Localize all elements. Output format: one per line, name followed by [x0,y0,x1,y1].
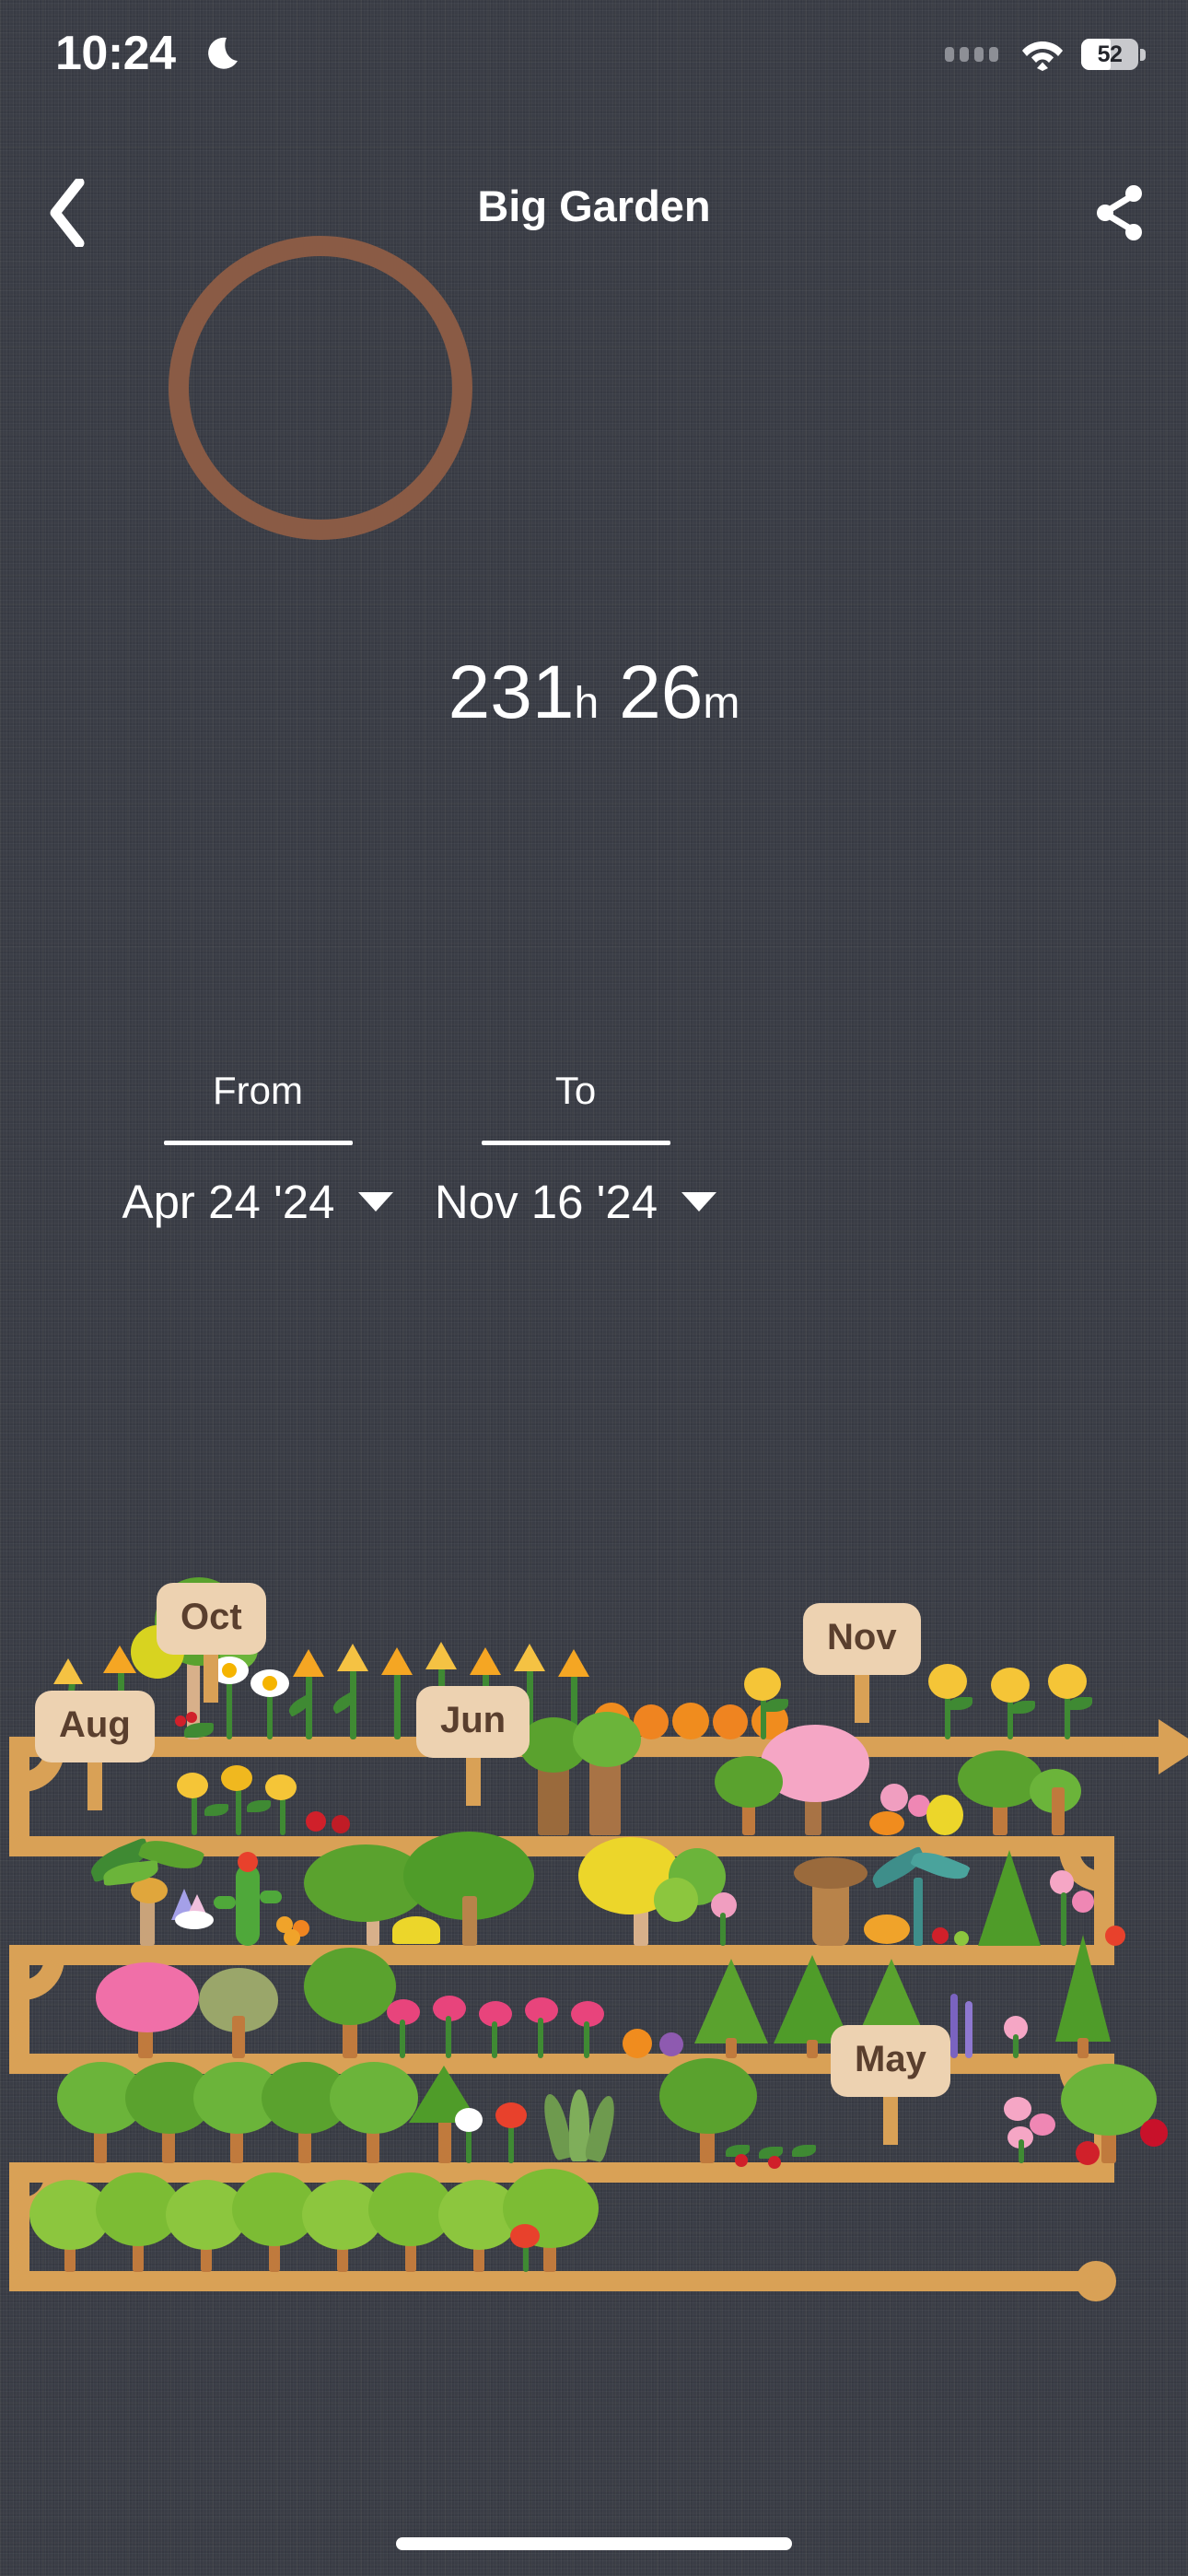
timer-minutes-value: 26 [619,650,704,734]
navigation-bar: Big Garden [0,164,1188,265]
wifi-icon [1020,38,1065,71]
timer-hours-unit: h [574,679,600,728]
share-button[interactable] [1079,173,1162,256]
month-sign-label: May [831,2025,950,2097]
garden-timeline[interactable]: Oct Nov Aug Jun May [0,1317,1188,2405]
crescent-moon-icon [206,33,249,76]
month-sign-label: Nov [803,1603,921,1675]
timer-hours-value: 231 [448,650,575,734]
plant-cluster-row3 [0,1832,1188,1949]
status-bar: 10:24 52 [0,0,1188,120]
plant-cluster-row5 [0,2058,1188,2169]
page-title: Big Garden [477,181,711,230]
date-to-label: To [554,1069,597,1112]
plant-cluster-row2 [0,1712,1188,1838]
timer-total-label: 231h 26m [0,650,1188,736]
cellular-dots-icon [945,47,998,62]
month-sign-nov[interactable]: Nov [803,1603,921,1723]
month-sign-label: Aug [35,1691,155,1762]
home-indicator [396,2537,792,2550]
month-sign-label: Jun [416,1686,530,1758]
month-sign-oct[interactable]: Oct [157,1583,266,1703]
date-range-row: From Apr 24 '24 To Nov 16 '24 [0,1069,1188,1281]
timer-ring [169,236,472,540]
timer-minutes-unit: m [703,679,740,728]
chevron-down-icon[interactable] [681,1192,717,1212]
date-to-picker[interactable]: To Nov 16 '24 [299,1069,852,1229]
battery-icon: 52 [1081,39,1146,70]
month-sign-jun[interactable]: Jun [416,1686,530,1806]
month-sign-may[interactable]: May [831,2025,950,2145]
month-sign-aug[interactable]: Aug [35,1691,155,1810]
plant-cluster-row4 [0,1935,1188,2058]
battery-percent-label: 52 [1097,41,1123,67]
share-icon [1095,184,1147,246]
date-to-underline [481,1141,670,1145]
month-sign-label: Oct [157,1583,266,1655]
status-icons: 52 [945,31,1146,77]
date-to-value: Nov 16 '24 [434,1176,658,1228]
plant-cluster-row6 [0,2169,1188,2276]
